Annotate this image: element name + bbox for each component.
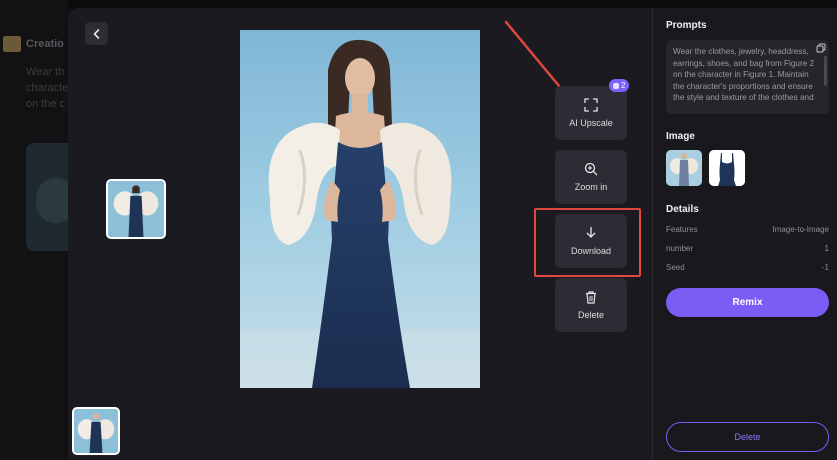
expand-icon [584,98,598,112]
chevron-left-icon [93,28,99,39]
reference-image-1[interactable] [666,150,702,186]
background-card [26,143,68,251]
background-text-line: Wear th [26,66,65,78]
background-text-line: on the c [26,98,66,110]
prompt-text[interactable]: Wear the clothes, jewelry, headdress, ea… [666,40,829,114]
detail-value: -1 [821,263,829,272]
credit-cost-badge: 2 [609,79,630,92]
remix-button[interactable]: Remix [666,288,829,317]
detail-row: Seed -1 [666,263,829,272]
detail-row: number 1 [666,244,829,253]
credit-icon [613,82,619,89]
delete-button[interactable]: Delete [666,422,829,452]
copy-icon[interactable] [816,43,826,53]
delete-label: Delete [577,310,604,320]
detail-key: Seed [666,263,685,272]
prompt-scrollbar[interactable] [824,56,827,86]
app-logo-icon [3,36,21,52]
prompts-heading: Prompts [666,20,707,31]
generated-image-thumbnail[interactable] [106,179,166,239]
image-heading: Image [666,131,695,142]
detail-value: 1 [824,244,829,253]
ai-upscale-button[interactable]: AI Upscale [555,86,627,140]
reference-image-2[interactable] [709,150,745,186]
details-heading: Details [666,204,699,215]
back-button[interactable] [85,22,108,45]
detail-key: number [666,244,694,253]
trash-icon [586,291,596,304]
ai-upscale-label: AI Upscale [569,118,613,128]
background-title: Creatio [26,38,64,50]
zoom-in-label: Zoom in [574,182,608,192]
zoom-in-button[interactable]: Zoom in [555,150,627,204]
details-panel: Prompts Wear the clothes, jewelry, headd… [652,8,837,460]
generated-image-thumbnail[interactable] [72,407,120,455]
main-generated-image [240,30,480,388]
image-viewer-modal: AI Upscale 2 Zoom in Download Delete Pro… [68,8,837,460]
zoom-in-icon [584,162,598,176]
download-highlight-box [534,208,641,277]
detail-row: Features Image-to-Image [666,225,829,234]
detail-value: Image-to-Image [772,225,829,234]
background-page: Creatio Wear th characte on the c [0,0,68,460]
detail-key: Features [666,225,698,234]
background-text-line: characte [26,82,68,94]
delete-image-button[interactable]: Delete [555,278,627,332]
